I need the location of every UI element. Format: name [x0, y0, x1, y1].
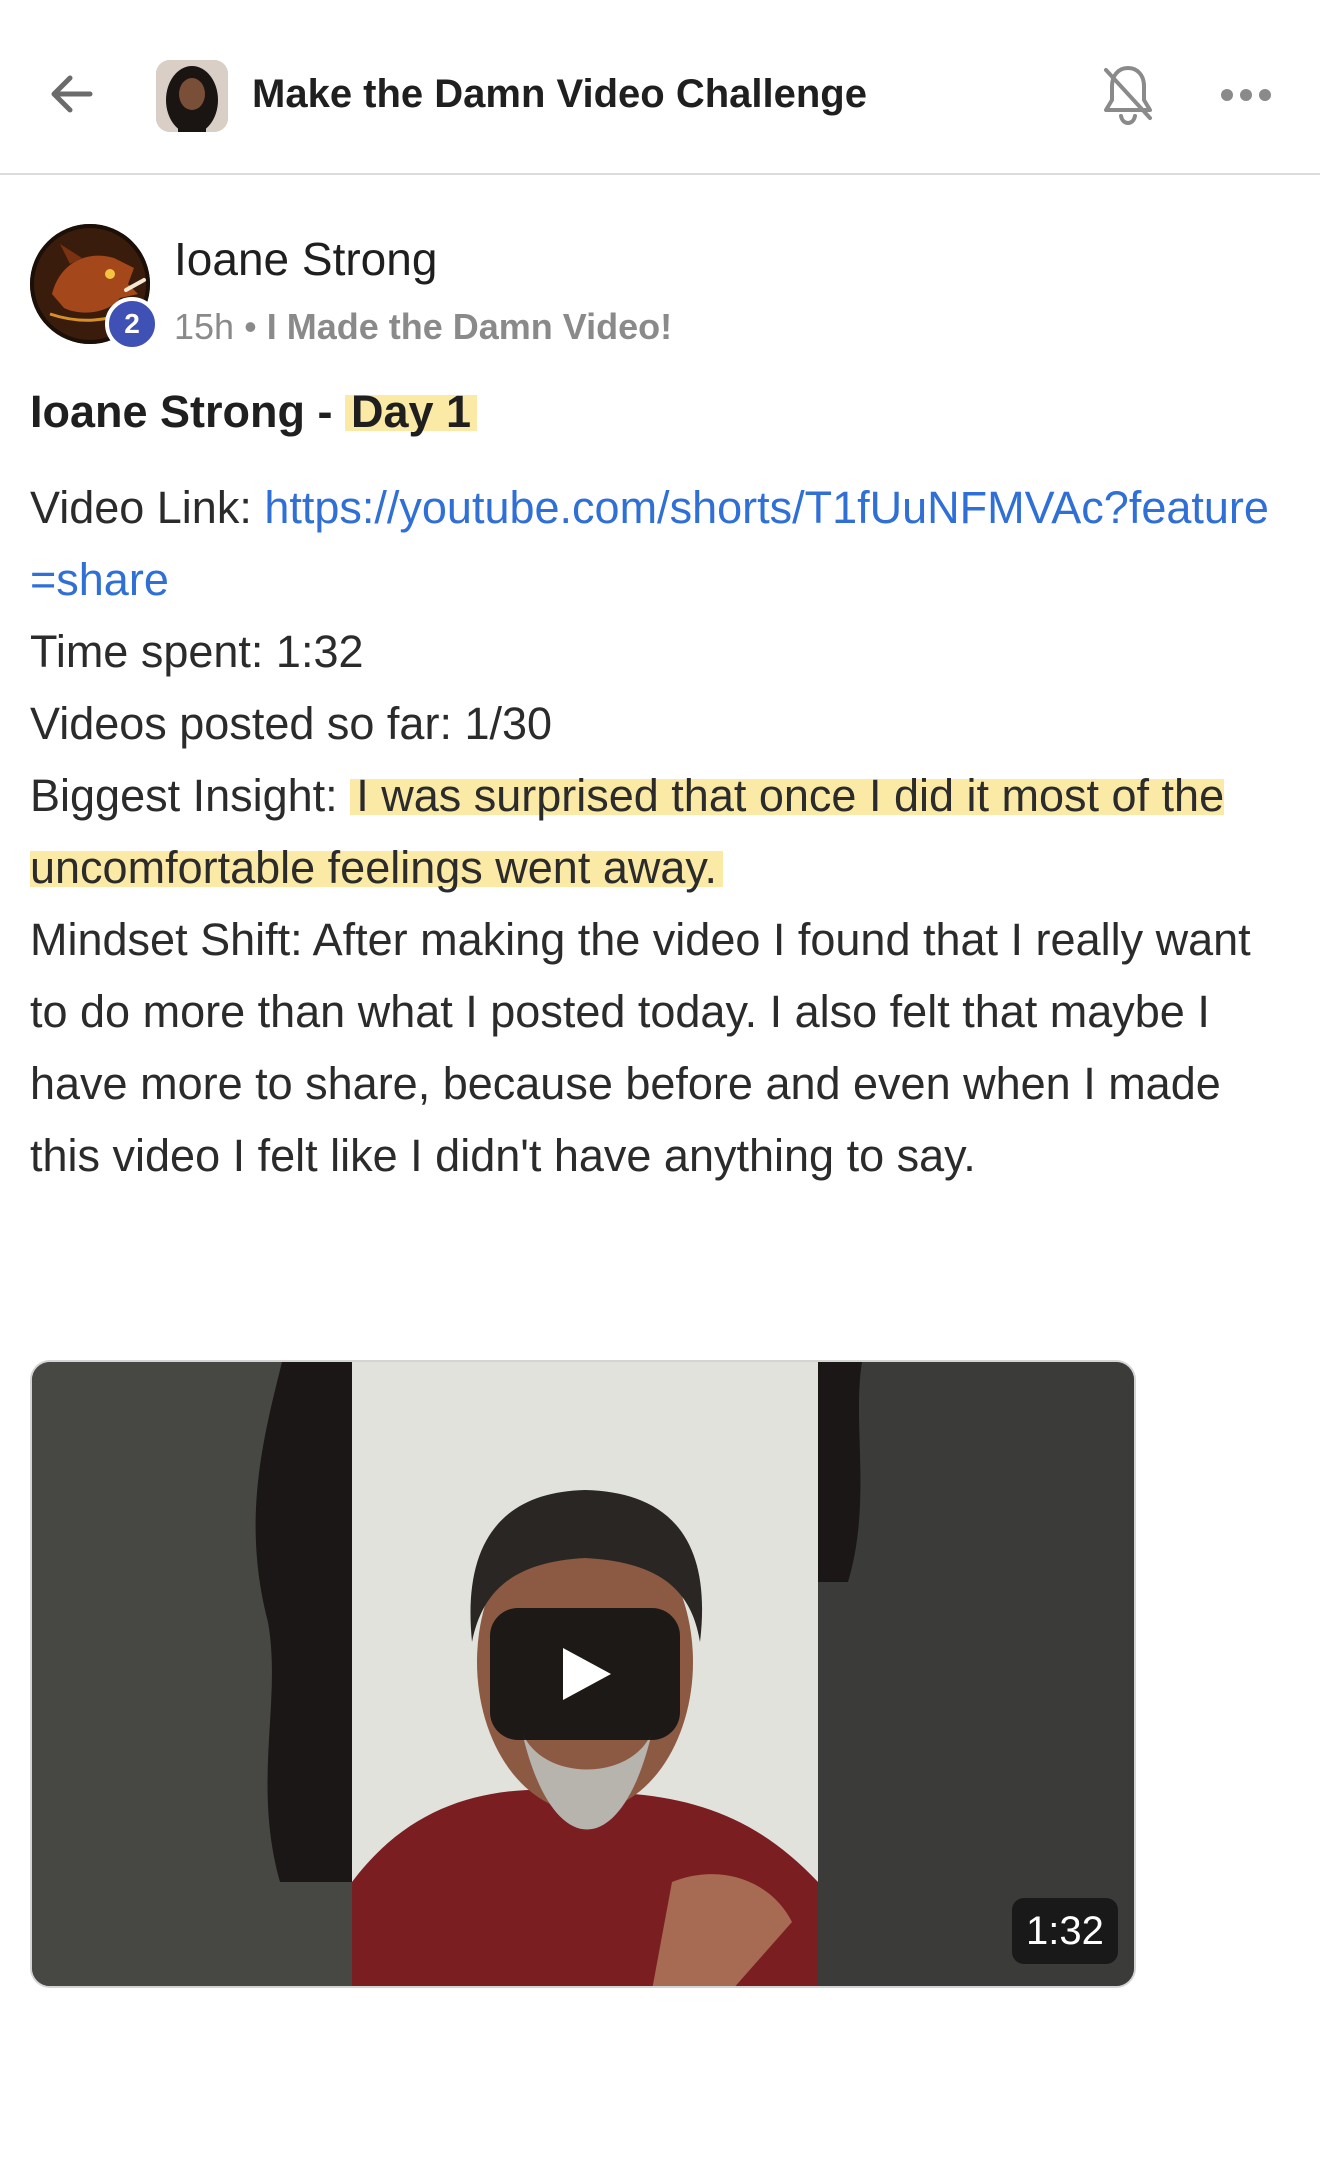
post-title: Ioane Strong - Day 1	[30, 386, 478, 438]
back-button[interactable]	[44, 66, 100, 122]
author-name[interactable]: Ioane Strong	[174, 232, 437, 286]
video-link-label: Video Link:	[30, 482, 265, 533]
biggest-insight: Biggest Insight: I was surprised that on…	[30, 760, 1290, 904]
meta-separator: •	[244, 306, 257, 347]
top-bar: Make the Damn Video Challenge	[0, 0, 1320, 175]
video-player[interactable]: 1:32	[30, 1360, 1136, 1988]
arrow-left-icon	[51, 75, 93, 113]
videos-posted: Videos posted so far: 1/30	[30, 698, 553, 749]
group-avatar[interactable]	[156, 60, 228, 132]
more-options-button[interactable]	[1218, 80, 1274, 110]
play-button[interactable]	[490, 1608, 680, 1740]
post-title-highlight: Day 1	[345, 386, 478, 437]
notification-bell-button[interactable]	[1100, 62, 1156, 126]
group-avatar-image	[156, 60, 228, 132]
group-title[interactable]: Make the Damn Video Challenge	[252, 72, 867, 117]
post-category[interactable]: I Made the Damn Video!	[267, 306, 672, 347]
post-title-prefix: Ioane Strong -	[30, 386, 345, 437]
mindset-shift: Mindset Shift: After making the video I …	[30, 914, 1251, 1181]
post-meta: 15h • I Made the Damn Video!	[174, 306, 672, 348]
video-link-line: Video Link: https://youtube.com/shorts/T…	[30, 472, 1290, 616]
bell-off-icon	[1104, 66, 1152, 126]
post-body: Video Link: https://youtube.com/shorts/T…	[30, 472, 1290, 1192]
video-duration: 1:32	[1012, 1898, 1118, 1964]
play-icon	[563, 1648, 611, 1700]
time-spent: Time spent: 1:32	[30, 626, 364, 677]
level-badge: 2	[105, 297, 159, 351]
more-horizontal-icon	[1221, 89, 1271, 101]
post-time: 15h	[174, 306, 235, 347]
insight-label: Biggest Insight:	[30, 770, 351, 821]
